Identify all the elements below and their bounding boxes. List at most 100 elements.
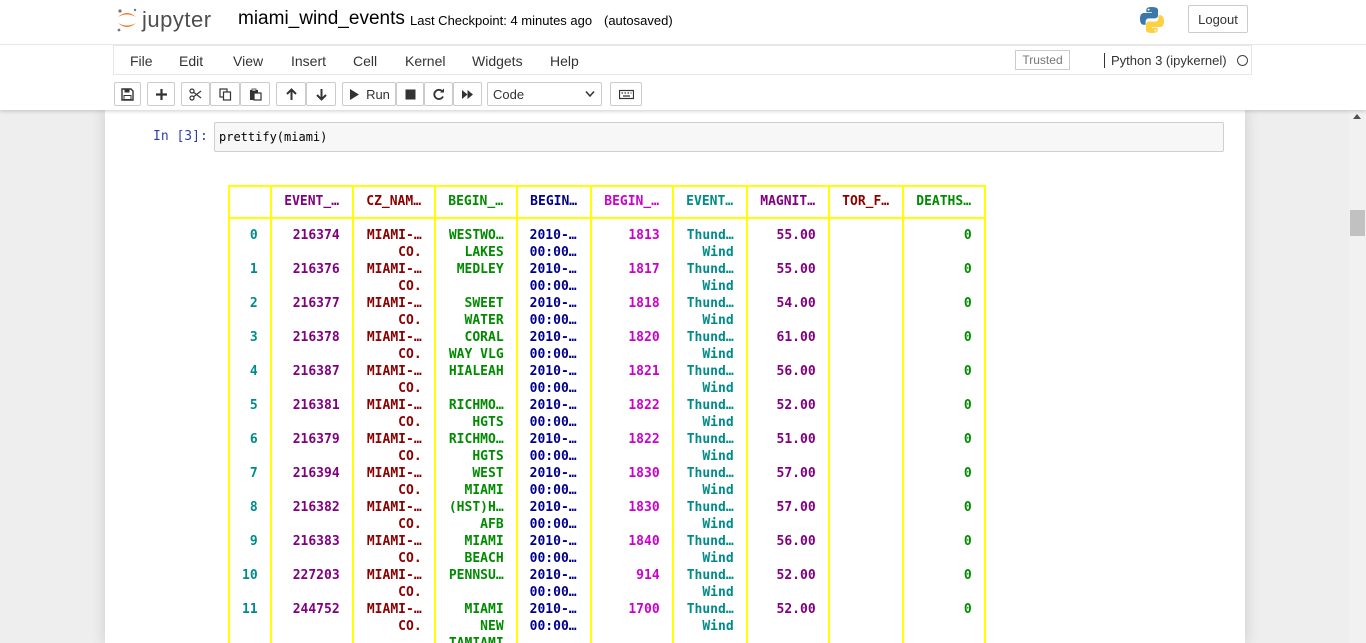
move-down-button[interactable]: [306, 82, 336, 106]
kernel-name[interactable]: Python 3 (ipykernel): [1104, 53, 1227, 68]
cell-line: 00:00…: [529, 551, 577, 566]
cell-cz-name: MIAMI-… CO.: [351, 567, 436, 601]
cell-index: 1: [228, 261, 272, 295]
cell-line: 00:00…: [529, 585, 577, 600]
cell-line: Wind: [702, 449, 734, 464]
cell-line: Thund…: [686, 228, 734, 243]
menu-cell[interactable]: Cell: [353, 53, 377, 69]
cut-button[interactable]: [181, 82, 210, 106]
menu-insert[interactable]: Insert: [291, 53, 326, 69]
menu-help[interactable]: Help: [550, 53, 579, 69]
jupyter-logo[interactable]: jupyter: [116, 5, 212, 35]
cell-line: 51.00: [776, 432, 816, 447]
cell-line: MIAMI: [464, 602, 504, 617]
cell-line: CO.: [398, 245, 422, 260]
page-scrollbar[interactable]: [1349, 110, 1366, 643]
notebook-header: jupyter miami_wind_events Last Checkpoin…: [0, 0, 1366, 110]
column-header-deaths: DEATHS…: [901, 185, 986, 219]
cell-cz-name: MIAMI-… CO.: [351, 329, 436, 363]
command-palette-button[interactable]: [610, 82, 642, 106]
cell-line: 0: [963, 364, 972, 379]
cell-line: WAY VLG: [448, 347, 504, 362]
cell-line: HIALEAH: [448, 364, 504, 379]
cell-line: CO.: [398, 381, 422, 396]
menu-widgets[interactable]: Widgets: [472, 53, 523, 69]
cell-line: 0: [963, 330, 972, 345]
cell-line: 216387: [292, 364, 340, 379]
cell-event-type: Thund… Wind: [671, 295, 748, 329]
cell-cz-name: MIAMI-… CO.: [351, 397, 436, 431]
cell-line: Thund…: [686, 330, 734, 345]
cell-deaths: 0: [901, 261, 986, 295]
paste-button[interactable]: [240, 82, 270, 106]
move-up-button[interactable]: [276, 82, 306, 106]
table-body: 0 216374 MIAMI-… CO. WESTWO… LAKES 2010-… 00:00…: [228, 218, 986, 643]
run-button[interactable]: Run: [342, 82, 396, 106]
cell-deaths: 0: [901, 329, 986, 363]
cell-magnitude: 52.00: [745, 567, 830, 601]
cell-line: 11: [242, 602, 258, 617]
cell-magnitude: 57.00: [745, 499, 830, 533]
trusted-indicator[interactable]: Trusted: [1015, 50, 1070, 70]
menu-view[interactable]: View: [233, 53, 263, 69]
cell-type-select[interactable]: Code: [487, 82, 602, 106]
cell-line: MIAMI-…: [366, 228, 422, 243]
cell-begin-date: 2010-… 00:00…: [515, 363, 592, 397]
cell-line: 216374: [292, 228, 340, 243]
interrupt-kernel-button[interactable]: [396, 82, 424, 106]
restart-run-all-button[interactable]: [453, 82, 482, 106]
menu-edit[interactable]: Edit: [179, 53, 203, 69]
notebook-container: In [3]: prettify(miami) EVENT_… CZ_NAM… …: [105, 110, 1245, 643]
scroll-up-arrow-icon[interactable]: [1353, 114, 1361, 119]
table-row: 9 216383 MIAMI-… CO. MIAMI BEACH 2010-… 00:00… 1…: [228, 533, 986, 567]
cell-line: 1830: [628, 500, 660, 515]
cell-begin-date: 2010-… 00:00…: [515, 533, 592, 567]
arrow-up-icon: [285, 87, 297, 100]
jupyter-logo-icon: [117, 8, 137, 32]
cell-index: 6: [228, 431, 272, 465]
cell-magnitude: 52.00: [745, 601, 830, 643]
cell-line: RICHMO…: [448, 432, 504, 447]
cell-tor-f-scale: [827, 465, 904, 499]
logout-button[interactable]: Logout: [1188, 5, 1248, 33]
cell-line: HGTS: [472, 415, 504, 430]
table-row: 6 216379 MIAMI-… CO. RICHMO… HGTS 2010-… 00:00……: [228, 431, 986, 465]
menu-kernel[interactable]: Kernel: [405, 53, 445, 69]
restart-kernel-button[interactable]: [424, 82, 453, 106]
cell-line: 55.00: [776, 262, 816, 277]
cell-line: CORAL: [464, 330, 504, 345]
cell-line: CO.: [398, 619, 422, 634]
cell-line: Thund…: [686, 602, 734, 617]
insert-cell-button[interactable]: [147, 82, 175, 106]
cell-deaths: 0: [901, 227, 986, 261]
cell-line: WEST: [472, 466, 504, 481]
save-button[interactable]: [114, 82, 141, 106]
notebook-name[interactable]: miami_wind_events: [238, 8, 405, 30]
copy-button[interactable]: [210, 82, 240, 106]
table-spacer-row: [228, 218, 986, 227]
menu-file[interactable]: File: [130, 53, 153, 69]
cell-line: 56.00: [776, 534, 816, 549]
table-row: 7 216394 MIAMI-… CO. WEST MIAMI 2010-… 00:00… 18…: [228, 465, 986, 499]
cell-magnitude: 55.00: [745, 261, 830, 295]
cell-event-type: Thund… Wind: [671, 601, 748, 643]
cell-event-type: Thund… Wind: [671, 567, 748, 601]
cell-line: 2010-…: [529, 568, 577, 583]
cell-line: 9: [249, 534, 258, 549]
cell-cz-name: MIAMI-… CO.: [351, 533, 436, 567]
cell-line: 10: [242, 568, 258, 583]
cell-event-id: 216378: [269, 329, 354, 363]
cell-event-id: 216377: [269, 295, 354, 329]
cell-line: 216379: [292, 432, 340, 447]
cell-begin-time: 1821: [589, 363, 674, 397]
cell-line: 8: [249, 500, 258, 515]
cell-begin-time: 1822: [589, 431, 674, 465]
scrollbar-thumb[interactable]: [1350, 210, 1365, 236]
cell-begin-location: RICHMO… HGTS: [433, 397, 518, 431]
cell-line: Thund…: [686, 568, 734, 583]
code-input[interactable]: prettify(miami): [214, 122, 1224, 152]
cell-type-value: Code: [493, 86, 525, 102]
table-row: 3 216378 MIAMI-… CO. CORAL WAY VLG 2010-… 00:00…: [228, 329, 986, 363]
cell-magnitude: 51.00: [745, 431, 830, 465]
cell-event-type: Thund… Wind: [671, 533, 748, 567]
